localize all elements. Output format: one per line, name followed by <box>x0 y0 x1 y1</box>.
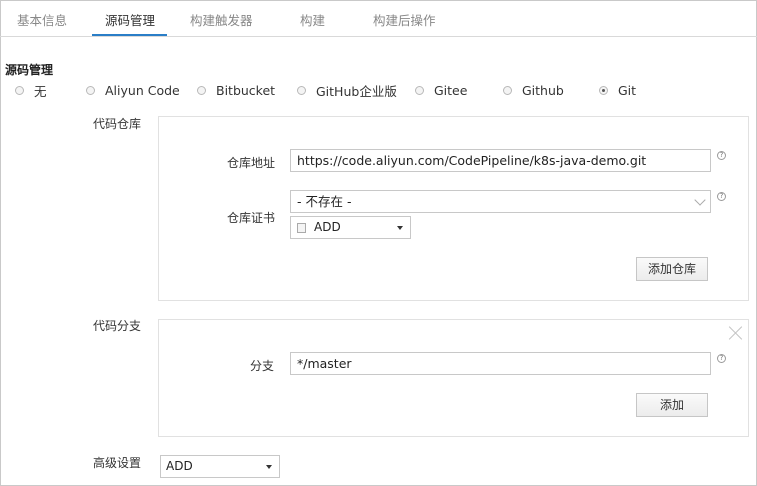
advanced-settings-label: 高级设置 <box>93 456 142 470</box>
radio-label: Github <box>522 82 564 98</box>
radio-label: GitHub企业版 <box>316 83 397 99</box>
radio-bitbucket[interactable]: Bitbucket <box>197 82 275 98</box>
branch-label: 分支 <box>250 359 275 373</box>
radio-label: Git <box>618 82 637 98</box>
radio-label: Gitee <box>434 82 468 98</box>
repo-url-help-icon[interactable]: ? <box>717 151 726 160</box>
radio-label: Aliyun Code <box>105 82 180 98</box>
advanced-add-dropdown[interactable]: ADD <box>160 455 280 478</box>
radio-gitee[interactable]: Gitee <box>415 82 467 98</box>
repo-section-label: 代码仓库 <box>93 117 142 131</box>
tab-post-build-actions[interactable]: 构建后操作 <box>373 10 436 29</box>
repo-cert-value: - 不存在 - <box>297 194 352 209</box>
repo-cert-label: 仓库证书 <box>227 211 276 225</box>
tab-basic-info[interactable]: 基本信息 <box>17 10 67 29</box>
radio-aliyun-code[interactable]: Aliyun Code <box>86 82 180 98</box>
chevron-down-icon <box>694 194 706 206</box>
radio-dot <box>86 85 95 95</box>
repo-url-input[interactable]: https://code.aliyun.com/CodePipeline/k8s… <box>290 149 711 172</box>
radio-none[interactable]: 无 <box>15 82 47 99</box>
add-branch-button[interactable]: 添加 <box>636 393 708 417</box>
caret-down-icon <box>397 226 403 230</box>
close-icon[interactable] <box>729 326 743 340</box>
radio-git[interactable]: Git <box>599 82 636 98</box>
radio-dot <box>415 85 424 95</box>
advanced-add-label: ADD <box>166 459 193 473</box>
branch-input[interactable]: */master <box>290 352 711 375</box>
caret-down-icon <box>266 465 272 469</box>
radio-dot <box>197 85 206 95</box>
radio-dot <box>15 85 24 95</box>
radio-dot-selected <box>599 85 608 95</box>
add-repo-button[interactable]: 添加仓库 <box>636 257 708 281</box>
radio-github[interactable]: Github <box>503 82 564 98</box>
cert-add-label: ADD <box>314 220 341 234</box>
repo-cert-select[interactable]: - 不存在 - <box>290 190 711 213</box>
radio-github-enterprise[interactable]: GitHub企业版 <box>297 82 397 99</box>
section-title: 源码管理 <box>5 63 54 77</box>
cert-add-dropdown[interactable]: ADD <box>290 216 411 239</box>
tab-build-triggers[interactable]: 构建触发器 <box>190 10 253 29</box>
repo-cert-help-icon[interactable]: ? <box>717 192 726 201</box>
radio-label: 无 <box>34 83 47 99</box>
branch-panel <box>158 319 749 437</box>
radio-dot <box>297 85 306 95</box>
branch-section-label: 代码分支 <box>93 319 142 333</box>
branch-help-icon[interactable]: ? <box>717 354 726 363</box>
radio-dot <box>503 85 512 95</box>
tab-build[interactable]: 构建 <box>300 10 325 29</box>
tab-bar: 基本信息 源码管理 构建触发器 构建 构建后操作 <box>0 0 757 37</box>
radio-label: Bitbucket <box>216 82 276 98</box>
repo-url-label: 仓库地址 <box>227 156 276 170</box>
active-tab-indicator <box>92 34 167 36</box>
tab-source-management[interactable]: 源码管理 <box>105 10 155 29</box>
credential-icon <box>297 223 306 233</box>
